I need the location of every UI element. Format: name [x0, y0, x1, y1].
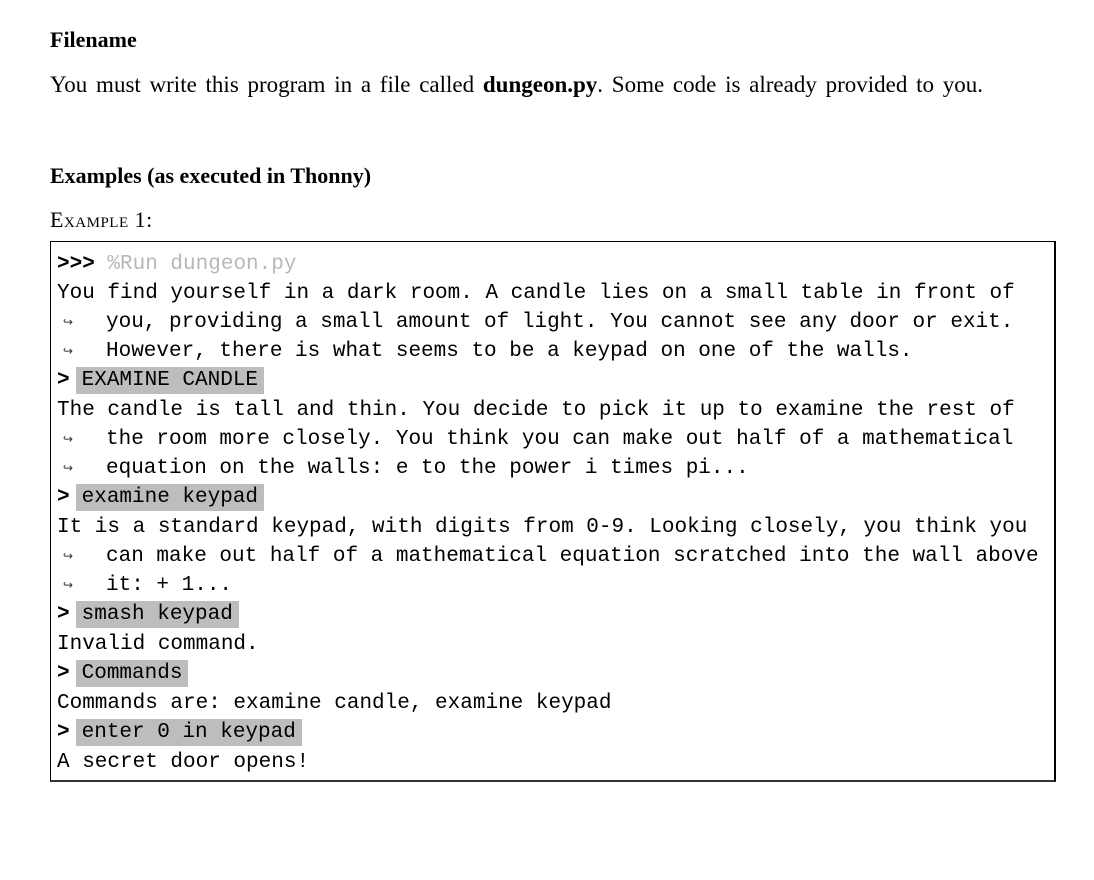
- console-output-line: A secret door opens!: [57, 748, 1039, 777]
- input-prompt: >: [57, 662, 70, 685]
- input-prompt: >: [57, 369, 70, 392]
- example-label: Example 1:: [50, 207, 153, 232]
- console-input-line: > enter 0 in keypad: [57, 718, 1039, 748]
- user-input-text: Commands: [75, 660, 189, 687]
- user-input-text: enter 0 in keypad: [75, 719, 302, 746]
- console-continuation-line: ↪ can make out half of a mathematical equ…: [57, 542, 1039, 571]
- console-input-line: > Commands: [57, 659, 1039, 689]
- input-prompt: >: [57, 603, 70, 626]
- console-output-line: Invalid command.: [57, 630, 1039, 659]
- console-continuation-line: ↪ the room more closely. You think you ca…: [57, 425, 1039, 454]
- output-text: you, providing a small amount of light. …: [106, 311, 1014, 334]
- output-text: A secret door opens!: [57, 751, 310, 774]
- filename-bold: dungeon.py: [482, 72, 598, 97]
- line-wrap-arrow-icon: ↪: [63, 549, 74, 563]
- output-text: the room more closely. You think you can…: [106, 428, 1014, 451]
- console-output-line: The candle is tall and thin. You decide …: [57, 396, 1039, 425]
- console-continuation-line: ↪ you, providing a small amount of light.…: [57, 308, 1039, 337]
- filename-text-after: . Some code is already provided to you.: [597, 72, 984, 97]
- line-wrap-arrow-icon: ↪: [63, 344, 74, 358]
- console-transcript-box: >>> %Run dungeon.py You find yourself in…: [50, 241, 1056, 782]
- filename-text-before: You must write this program in a file ca…: [50, 72, 483, 97]
- output-text: The candle is tall and thin. You decide …: [57, 399, 1015, 422]
- console-input-line: > examine keypad: [57, 483, 1039, 513]
- user-input-text: EXAMINE CANDLE: [75, 367, 265, 394]
- console-input-line: > smash keypad: [57, 600, 1039, 630]
- console-continuation-line: ↪ equation on the walls: e to the power i…: [57, 454, 1039, 483]
- console-input-line: > EXAMINE CANDLE: [57, 366, 1039, 396]
- line-wrap-arrow-icon: ↪: [63, 578, 74, 592]
- console-run-line: >>> %Run dungeon.py: [57, 250, 1039, 279]
- shell-prompt: >>>: [57, 253, 95, 276]
- examples-heading: Examples (as executed in Thonny): [50, 163, 372, 188]
- run-command: %Run dungeon.py: [107, 253, 297, 276]
- user-input-text: examine keypad: [75, 484, 265, 511]
- output-text: Invalid command.: [57, 633, 259, 656]
- user-input-text: smash keypad: [75, 601, 239, 628]
- input-prompt: >: [57, 721, 70, 744]
- line-wrap-arrow-icon: ↪: [63, 461, 74, 475]
- output-text: You find yourself in a dark room. A cand…: [57, 282, 1015, 305]
- output-text: equation on the walls: e to the power i …: [106, 457, 749, 480]
- console-continuation-line: ↪ it: + 1...: [57, 571, 1039, 600]
- output-text: It is a standard keypad, with digits fro…: [57, 516, 1028, 539]
- line-wrap-arrow-icon: ↪: [63, 315, 74, 329]
- filename-paragraph: You must write this program in a file ca…: [50, 70, 1058, 99]
- line-wrap-arrow-icon: ↪: [63, 432, 74, 446]
- console-output-line: Commands are: examine candle, examine ke…: [57, 689, 1039, 718]
- output-text: it: + 1...: [106, 574, 233, 597]
- output-text: can make out half of a mathematical equa…: [106, 545, 1039, 568]
- input-prompt: >: [57, 486, 70, 509]
- console-continuation-line: ↪ However, there is what seems to be a ke…: [57, 337, 1039, 366]
- output-text: Commands are: examine candle, examine ke…: [57, 692, 612, 715]
- console-output-line: It is a standard keypad, with digits fro…: [57, 513, 1039, 542]
- console-output-line: You find yourself in a dark room. A cand…: [57, 279, 1039, 308]
- output-text: However, there is what seems to be a key…: [106, 340, 913, 363]
- console-lines: >>> %Run dungeon.py You find yourself in…: [57, 250, 1039, 777]
- filename-heading: Filename: [50, 27, 137, 52]
